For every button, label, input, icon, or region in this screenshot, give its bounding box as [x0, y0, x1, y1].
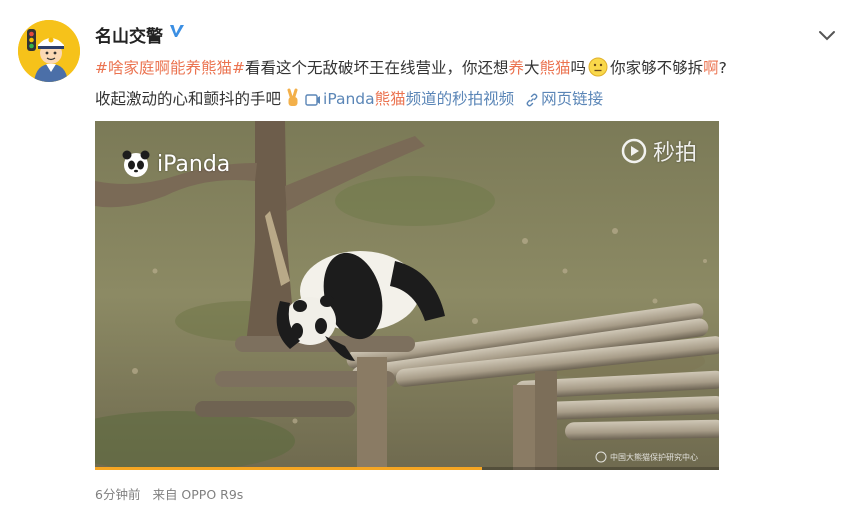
verified-v-icon [168, 22, 186, 44]
video-progress-fill [95, 467, 482, 470]
ipanda-watermark-text: iPanda [157, 151, 231, 177]
research-center-logo-icon [595, 451, 607, 463]
post-text-segment: 吗 [570, 59, 587, 77]
post-text-segment: 看看这个无敌破坏王在线营业，你还想 [244, 59, 509, 77]
video-link-suffix: 频道的秒拍视频 [405, 90, 515, 108]
post-meta: 6分钟前 来自 OPPO R9s [95, 484, 251, 503]
awkward-face-emoji-icon [588, 57, 608, 77]
post-text-segment: 收起激动的心和颤抖的手吧 [95, 90, 282, 108]
video-player[interactable]: iPanda 秒拍 中国大熊猫保护研究中心 [95, 121, 719, 470]
video-link[interactable]: iPanda熊猫频道的秒拍视频 [305, 90, 514, 108]
post-menu-chevron-down-icon[interactable] [816, 24, 838, 46]
username[interactable]: 名山交警 [95, 22, 163, 47]
post-timestamp[interactable]: 6分钟前 [95, 487, 140, 502]
research-center-watermark-text: 中国大熊猫保护研究中心 [610, 452, 698, 462]
highlight-keyword: 熊猫 [539, 59, 571, 77]
miaopai-logo-icon [621, 138, 647, 164]
video-play-icon [305, 87, 321, 118]
post-source: 来自 OPPO R9s [152, 487, 244, 502]
miaopai-watermark-text: 秒拍 [653, 141, 698, 166]
ipanda-watermark: iPanda [121, 149, 230, 179]
victory-hand-emoji-icon [283, 88, 303, 108]
post-text-segment: 大 [524, 59, 540, 77]
web-link-label: 网页链接 [541, 90, 604, 108]
post-text-line-1: #啥家庭啊能养熊猫#看看这个无敌破坏王在线营业，你还想养大熊猫吗 你家够不够拆啊… [95, 53, 835, 84]
post-text: #啥家庭啊能养熊猫#看看这个无敌破坏王在线营业，你还想养大熊猫吗 你家够不够拆啊… [95, 53, 835, 115]
weibo-post: 名山交警 #啥家庭啊能养熊猫#看看这个无敌破坏王在线营业，你还想养大熊猫吗 你家… [0, 0, 860, 522]
research-center-watermark: 中国大熊猫保护研究中心 [595, 451, 698, 463]
web-link[interactable]: 网页链接 [525, 90, 603, 108]
post-text-segment: ? [718, 59, 727, 77]
hashtag-link[interactable]: #啥家庭啊能养熊猫# [95, 59, 245, 77]
post-text-line-2: 收起激动的心和颤抖的手吧 iPanda熊猫频道的秒拍视频 网页链接 [95, 84, 835, 115]
panda-logo-icon [122, 150, 150, 177]
avatar[interactable] [18, 20, 80, 82]
miaopai-watermark: 秒拍 [619, 135, 697, 167]
highlight-keyword: 养 [508, 59, 525, 77]
highlight-keyword: 啊 [703, 59, 719, 77]
video-link-prefix: iPanda [323, 90, 375, 108]
post-text-segment: 你家够不够拆 [610, 59, 704, 77]
video-link-highlight: 熊猫 [374, 90, 406, 108]
traffic-police-avatar-icon [18, 20, 80, 82]
video-progress-bar[interactable] [95, 467, 719, 470]
link-chain-icon [525, 87, 539, 118]
